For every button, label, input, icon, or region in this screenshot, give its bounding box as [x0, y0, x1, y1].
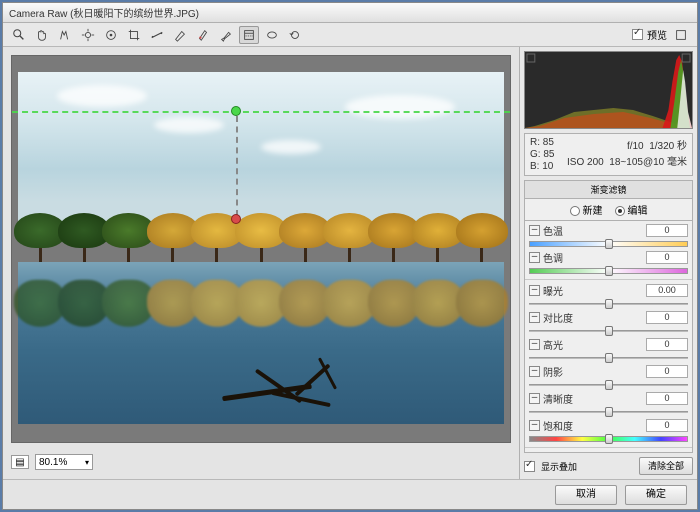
label-saturation: 饱和度 [543, 418, 573, 433]
collapse-saturation-icon[interactable]: – [529, 420, 540, 431]
gradient-line[interactable] [12, 111, 510, 113]
track-clarity[interactable] [529, 407, 688, 417]
label-exposure: 曝光 [543, 283, 563, 298]
thumb-contrast[interactable] [605, 326, 613, 336]
preview-pane: ▤ 80.1%▾ [3, 47, 519, 479]
hand-tool-icon[interactable] [32, 26, 52, 44]
ok-button[interactable]: 确定 [625, 485, 687, 505]
slider-exposure: –曝光 0.00 [529, 283, 688, 309]
panel-header: 渐变滤镜 [524, 180, 693, 198]
histogram[interactable] [524, 51, 693, 129]
collapse-clarity-icon[interactable]: – [529, 393, 540, 404]
value-clarity[interactable]: 0 [646, 392, 688, 405]
gradient-direction-line [236, 116, 238, 216]
track-contrast[interactable] [529, 326, 688, 336]
overlay-label: 显示叠加 [541, 460, 577, 473]
value-highlights[interactable]: 0 [646, 338, 688, 351]
slider-tint: –色调 0 [529, 250, 688, 276]
collapse-highlights-icon[interactable]: – [529, 339, 540, 350]
value-shadows[interactable]: 0 [646, 365, 688, 378]
label-contrast: 对比度 [543, 310, 573, 325]
zoom-tool-icon[interactable] [9, 26, 29, 44]
label-sharpness: 锐化程度 [543, 451, 583, 453]
thumb-saturation[interactable] [605, 434, 613, 444]
white-balance-tool-icon[interactable] [55, 26, 75, 44]
app-window: Camera Raw (秋日暖阳下的缤纷世界.JPG) 预览 [2, 2, 698, 510]
slider-temp: –色温 0 [529, 223, 688, 249]
footer: 取消 确定 [3, 479, 697, 509]
collapse-exposure-icon[interactable]: – [529, 285, 540, 296]
thumb-highlights[interactable] [605, 353, 613, 363]
zoom-dropdown[interactable]: 80.1%▾ [35, 454, 93, 470]
preview-checkbox[interactable] [632, 29, 643, 40]
color-sampler-tool-icon[interactable] [78, 26, 98, 44]
slider-contrast: –对比度 0 [529, 310, 688, 336]
collapse-temp-icon[interactable]: – [529, 225, 540, 236]
collapse-contrast-icon[interactable]: – [529, 312, 540, 323]
right-panel: R: 85 G: 85 B: 10 f/10 1/320 秒 ISO 200 1… [519, 47, 697, 479]
label-clarity: 清晰度 [543, 391, 573, 406]
thumb-clarity[interactable] [605, 407, 613, 417]
slider-shadows: –阴影 0 [529, 364, 688, 390]
slider-clarity: –清晰度 0 [529, 391, 688, 417]
value-sharpness[interactable]: 0 [646, 452, 688, 453]
readout-g: G: 85 [530, 149, 554, 160]
fullscreen-icon[interactable] [671, 26, 691, 44]
thumb-exposure[interactable] [605, 299, 613, 309]
track-highlights[interactable] [529, 353, 688, 363]
slider-saturation: –饱和度 0 [529, 418, 688, 444]
label-highlights: 高光 [543, 337, 563, 352]
value-temp[interactable]: 0 [646, 224, 688, 237]
crop-tool-icon[interactable] [124, 26, 144, 44]
window-title: Camera Raw (秋日暖阳下的缤纷世界.JPG) [9, 5, 199, 20]
collapse-tint-icon[interactable]: – [529, 252, 540, 263]
titlebar: Camera Raw (秋日暖阳下的缤纷世界.JPG) [3, 3, 697, 23]
track-saturation[interactable] [529, 434, 688, 444]
slider-sharpness: –锐化程度0 [529, 451, 688, 453]
sliders-panel: –色温0–色调0–曝光0.00–对比度0–高光0–阴影0–清晰度0–饱和度0–锐… [524, 221, 693, 453]
red-eye-tool-icon[interactable] [193, 26, 213, 44]
prev-image-button[interactable]: ▤ [11, 455, 29, 469]
label-tint: 色调 [543, 250, 563, 265]
graduated-filter-tool-icon[interactable] [239, 26, 259, 44]
track-exposure[interactable] [529, 299, 688, 309]
photo-content [18, 72, 504, 424]
label-shadows: 阴影 [543, 364, 563, 379]
track-tint[interactable] [529, 266, 688, 276]
targeted-adjustment-tool-icon[interactable] [101, 26, 121, 44]
thumb-tint[interactable] [605, 266, 613, 276]
value-tint[interactable]: 0 [646, 251, 688, 264]
preview-label: 预览 [647, 27, 667, 42]
rotate-tool-icon[interactable] [285, 26, 305, 44]
label-temp: 色温 [543, 223, 563, 238]
collapse-shadows-icon[interactable]: – [529, 366, 540, 377]
track-shadows[interactable] [529, 380, 688, 390]
straighten-tool-icon[interactable] [147, 26, 167, 44]
readout-b: B: 10 [530, 161, 554, 172]
clear-all-button[interactable]: 清除全部 [639, 457, 693, 475]
readout-r: R: 85 [530, 137, 554, 148]
thumb-temp[interactable] [605, 239, 613, 249]
exif-line1: f/10 1/320 秒 [567, 137, 687, 152]
spot-removal-tool-icon[interactable] [170, 26, 190, 44]
value-saturation[interactable]: 0 [646, 419, 688, 432]
track-temp[interactable] [529, 239, 688, 249]
overlay-checkbox[interactable] [524, 461, 535, 472]
value-exposure[interactable]: 0.00 [646, 284, 688, 297]
mode-edit[interactable]: 编辑 [615, 202, 648, 217]
mode-new[interactable]: 新建 [570, 202, 603, 217]
thumb-shadows[interactable] [605, 380, 613, 390]
radial-filter-tool-icon[interactable] [262, 26, 282, 44]
adjustment-brush-tool-icon[interactable] [216, 26, 236, 44]
exif-line2: ISO 200 18~105@10 毫米 [567, 153, 687, 168]
cancel-button[interactable]: 取消 [555, 485, 617, 505]
image-canvas[interactable] [11, 55, 511, 443]
readout-panel: R: 85 G: 85 B: 10 f/10 1/320 秒 ISO 200 1… [524, 133, 693, 176]
value-contrast[interactable]: 0 [646, 311, 688, 324]
toolbar: 预览 [3, 23, 697, 47]
mode-row: 新建 编辑 [524, 198, 693, 221]
slider-highlights: –高光 0 [529, 337, 688, 363]
